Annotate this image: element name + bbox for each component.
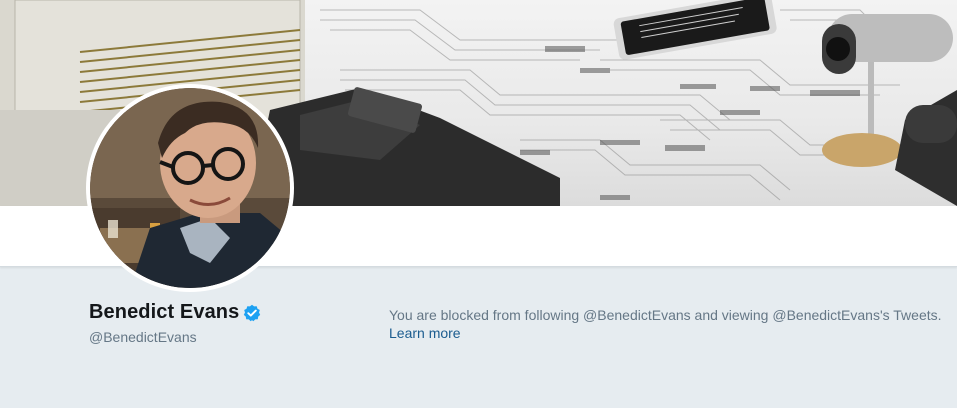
blocked-message: You are blocked from following @Benedict… bbox=[389, 307, 942, 323]
profile-avatar[interactable] bbox=[86, 84, 294, 292]
verified-badge-icon bbox=[243, 304, 261, 322]
profile-name-row: Benedict Evans bbox=[89, 301, 261, 324]
profile-name[interactable]: Benedict Evans bbox=[89, 301, 239, 324]
profile-handle[interactable]: @BenedictEvans bbox=[89, 329, 197, 345]
avatar-photo bbox=[90, 88, 290, 288]
learn-more-link[interactable]: Learn more bbox=[389, 323, 461, 343]
